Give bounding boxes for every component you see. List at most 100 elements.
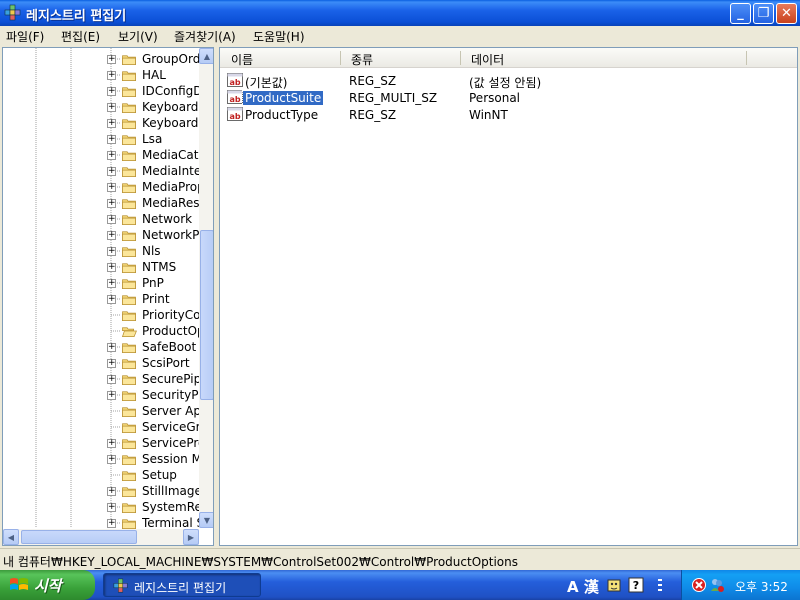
tree-node[interactable]: + StillImage	[3, 483, 200, 499]
tree-node[interactable]: + MediaProp	[3, 179, 200, 195]
tree-node-label: ScsiPort	[142, 356, 190, 370]
tree-node-label: Print	[142, 292, 170, 306]
options-icon[interactable]	[652, 577, 668, 593]
value-list[interactable]: 이름 종류 데이터 ab (기본값) REG_SZ (값 설정 안됨) ab Produc…	[219, 47, 798, 546]
expand-icon[interactable]: +	[107, 375, 116, 384]
tree-node[interactable]: + Keyboard	[3, 115, 199, 131]
expand-icon[interactable]: +	[107, 487, 116, 496]
close-button[interactable]: ✕	[776, 3, 797, 24]
tree-node[interactable]: + Session M	[3, 451, 200, 467]
tree-node[interactable]: + SecurityPr	[3, 387, 200, 403]
tree-node[interactable]: + Keyboard	[3, 99, 199, 115]
tree-node[interactable]: + Print	[3, 291, 199, 307]
expand-icon[interactable]: +	[107, 263, 116, 272]
column-name[interactable]: 이름	[231, 51, 253, 68]
tree-node[interactable]: + SystemRe	[3, 499, 200, 515]
tree-node[interactable]: + NTMS	[3, 259, 199, 275]
tree-node[interactable]: + SecurePip	[3, 371, 200, 387]
scroll-right-icon[interactable]: ▶	[183, 529, 199, 545]
tree-node[interactable]: + ServicePro	[3, 435, 200, 451]
tree-node[interactable]: + GroupOrde	[3, 51, 200, 67]
expand-icon[interactable]: +	[107, 119, 116, 128]
folder-icon	[122, 55, 136, 65]
expand-icon[interactable]: +	[107, 455, 116, 464]
minimize-button[interactable]: _	[730, 3, 751, 24]
column-type[interactable]: 종류	[351, 51, 373, 68]
expand-icon[interactable]: +	[107, 279, 116, 288]
tree-node[interactable]: + MediaCate	[3, 147, 200, 163]
expand-icon[interactable]: +	[107, 183, 116, 192]
tree-node[interactable]: + Nls	[3, 243, 199, 259]
expand-icon[interactable]: +	[107, 103, 116, 112]
menu-edit[interactable]: 편집(E)	[61, 28, 100, 45]
taskbar-window-button[interactable]: 레지스트리 편집기	[103, 573, 261, 597]
tree-node[interactable]: Setup	[3, 467, 199, 483]
scroll-down-icon[interactable]: ▼	[199, 512, 213, 528]
column-divider[interactable]	[746, 51, 747, 65]
tree-node[interactable]: + SafeBoot	[3, 339, 199, 355]
expand-icon[interactable]: +	[107, 343, 116, 352]
tree-horizontal-scrollbar[interactable]: ◀ ▶	[3, 529, 199, 545]
registry-value-row[interactable]: ab (기본값) REG_SZ (값 설정 안됨)	[220, 72, 797, 90]
expand-icon[interactable]: +	[107, 519, 116, 528]
tree-node[interactable]: + Network	[3, 211, 199, 227]
registry-value-row[interactable]: ab ProductType REG_SZ WinNT	[220, 106, 797, 123]
menu-view[interactable]: 보기(V)	[118, 28, 158, 45]
tree-node[interactable]: + Lsa	[3, 131, 199, 147]
column-data[interactable]: 데이터	[471, 51, 504, 68]
expand-icon[interactable]: +	[107, 55, 116, 64]
column-divider[interactable]	[460, 51, 461, 65]
security-alert-icon[interactable]	[691, 577, 707, 593]
tree-node[interactable]: + NetworkPr	[3, 227, 200, 243]
title-bar[interactable]: 레지스트리 편집기 _ ❐ ✕	[0, 0, 800, 26]
expand-icon[interactable]: +	[107, 231, 116, 240]
menu-help[interactable]: 도움말(H)	[253, 28, 305, 45]
expand-icon[interactable]: +	[107, 151, 116, 160]
tree-node[interactable]: ServiceGro	[3, 419, 200, 435]
folder-icon	[122, 311, 136, 321]
tree-node-label: PriorityCor	[142, 308, 200, 322]
expand-icon[interactable]: +	[107, 215, 116, 224]
messenger-icon[interactable]	[709, 577, 725, 593]
scroll-left-icon[interactable]: ◀	[3, 529, 19, 545]
tree-node[interactable]: PriorityCor	[3, 307, 200, 323]
expand-icon[interactable]: +	[107, 247, 116, 256]
scroll-up-icon[interactable]: ▲	[199, 48, 213, 64]
expand-icon[interactable]: +	[107, 87, 116, 96]
expand-icon[interactable]: +	[107, 391, 116, 400]
help-icon[interactable]: ?	[628, 577, 644, 593]
tree-node[interactable]: + MediaInter	[3, 163, 200, 179]
tree-node[interactable]: + MediaRes	[3, 195, 199, 211]
scroll-thumb[interactable]	[200, 230, 213, 400]
registry-value-row[interactable]: ab ProductSuite REG_MULTI_SZ Personal	[220, 89, 797, 106]
language-indicator[interactable]: A 漢	[567, 576, 599, 597]
tree-node[interactable]: ProductOp	[3, 323, 200, 339]
expand-icon[interactable]: +	[107, 167, 116, 176]
expand-icon[interactable]: +	[107, 439, 116, 448]
expand-icon[interactable]: +	[107, 503, 116, 512]
tree-node-label: ServiceGro	[142, 420, 200, 434]
start-button[interactable]: 시작	[0, 570, 95, 600]
svg-text:ab: ab	[229, 112, 240, 121]
registry-tree[interactable]: + GroupOrde + HAL + IDConfigDI + Keyboard + Keybo…	[2, 47, 214, 546]
tree-vertical-scrollbar[interactable]: ▲ ▼	[199, 48, 213, 528]
svg-text:?: ?	[633, 579, 639, 592]
scroll-thumb-horizontal[interactable]	[21, 530, 137, 544]
expand-icon[interactable]: +	[107, 199, 116, 208]
expand-icon[interactable]: +	[107, 295, 116, 304]
tree-node[interactable]: Server App	[3, 403, 200, 419]
expand-icon[interactable]: +	[107, 135, 116, 144]
menu-file[interactable]: 파일(F)	[6, 28, 44, 45]
column-divider[interactable]	[340, 51, 341, 65]
value-data: Personal	[469, 91, 521, 105]
clock[interactable]: 오후 3:52	[735, 578, 788, 595]
expand-icon[interactable]: +	[107, 359, 116, 368]
tree-node[interactable]: + HAL	[3, 67, 199, 83]
tree-node[interactable]: + ScsiPort	[3, 355, 199, 371]
tree-node[interactable]: + IDConfigDI	[3, 83, 200, 99]
menu-favorites[interactable]: 즐겨찾기(A)	[174, 28, 236, 45]
expand-icon[interactable]: +	[107, 71, 116, 80]
tree-node[interactable]: + PnP	[3, 275, 199, 291]
maximize-button[interactable]: ❐	[753, 3, 774, 24]
ime-pad-icon[interactable]	[606, 577, 622, 593]
